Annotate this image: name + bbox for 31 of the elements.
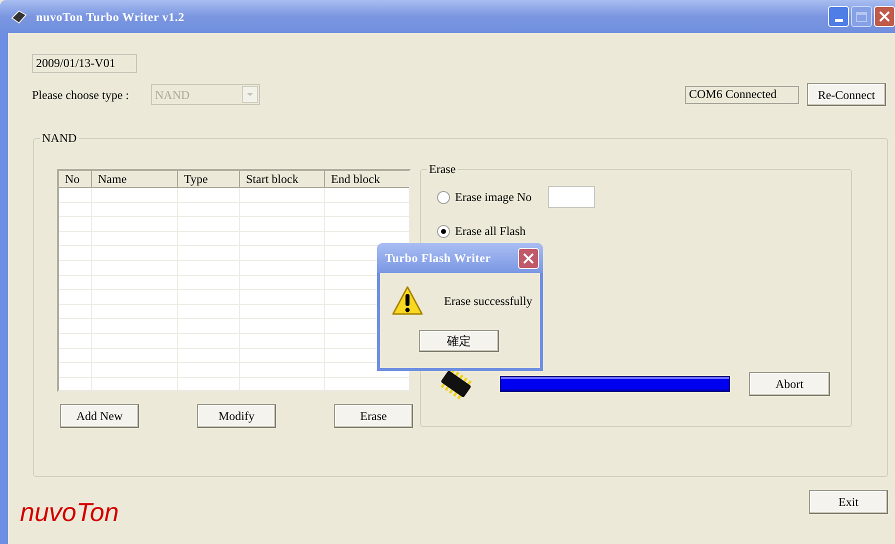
close-icon[interactable] xyxy=(874,6,895,27)
table-action-button[interactable]: Modify xyxy=(197,404,276,428)
close-icon[interactable] xyxy=(518,248,539,268)
column-header[interactable]: End block xyxy=(325,171,409,188)
version-label: 2009/01/13-V01 xyxy=(32,54,137,73)
connection-status: COM6 Connected xyxy=(685,86,799,104)
group-title: Erase xyxy=(428,161,457,178)
minimize-icon[interactable] xyxy=(828,6,849,27)
radio-button[interactable] xyxy=(437,224,450,238)
column-header[interactable]: Type xyxy=(178,171,240,188)
exit-button[interactable]: Exit xyxy=(809,490,888,514)
radio-label: Erase all Flash xyxy=(455,223,526,240)
dialog-title: Turbo Flash Writer xyxy=(385,250,492,267)
radio-button[interactable] xyxy=(437,190,450,204)
ok-button[interactable]: 確定 xyxy=(419,330,499,352)
type-label: Please choose type : xyxy=(32,86,129,104)
group-title: NAND xyxy=(41,130,78,147)
column-header[interactable]: Name xyxy=(92,171,178,188)
column-header[interactable]: No xyxy=(59,171,92,188)
abort-button[interactable]: Abort xyxy=(749,372,830,396)
table-action-button[interactable]: Add New xyxy=(60,404,139,428)
input-field[interactable] xyxy=(548,186,595,208)
warning-icon xyxy=(391,285,424,317)
radio-label: Erase image No xyxy=(455,189,532,206)
column-header[interactable]: Start block xyxy=(240,171,325,188)
reconnect-button[interactable]: Re-Connect xyxy=(807,83,886,106)
app-icon xyxy=(10,10,28,24)
table-action-button[interactable]: Erase xyxy=(334,404,413,428)
window-title: nuvoTon Turbo Writer v1.2 xyxy=(36,8,184,26)
logo: nuvoTon xyxy=(20,497,119,527)
dialog-message: Erase successfully xyxy=(444,293,532,310)
